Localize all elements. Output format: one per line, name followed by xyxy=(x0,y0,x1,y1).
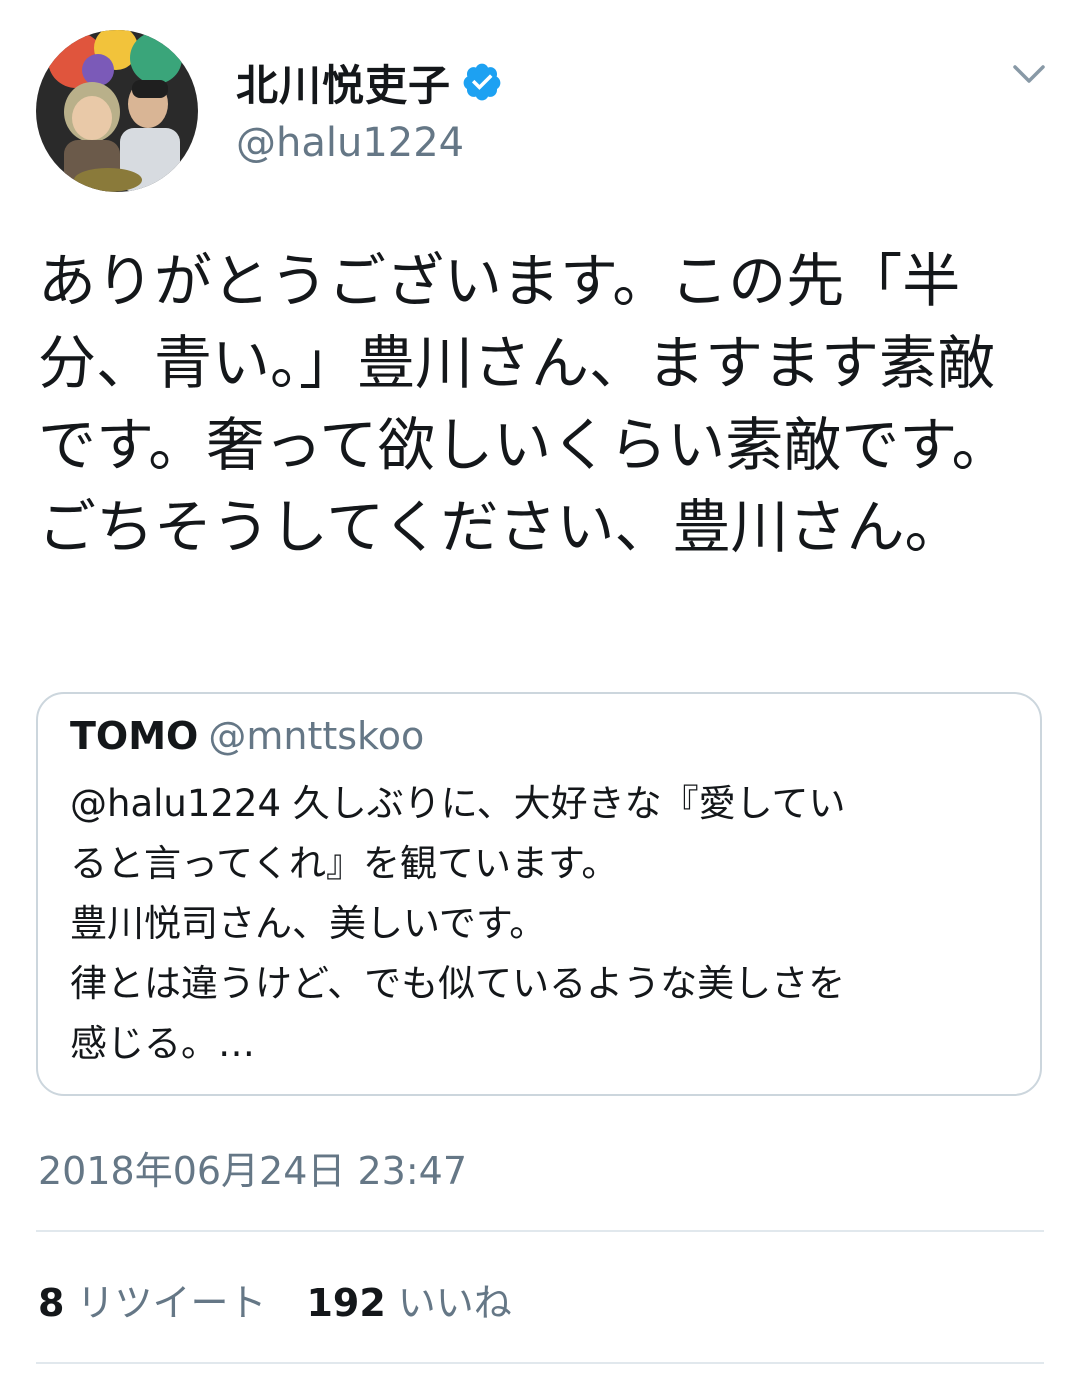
quoted-author-name: TOMO xyxy=(70,714,199,758)
quoted-tweet-card[interactable]: TOMO @mnttskoo @halu1224 久しぶりに、大好きな『愛してい … xyxy=(36,692,1042,1096)
likes-label: いいね xyxy=(397,1281,512,1325)
retweets-stat[interactable]: 8 リツイート xyxy=(38,1281,266,1325)
likes-count: 192 xyxy=(306,1281,386,1325)
display-name[interactable]: 北川悦吏子 xyxy=(236,52,451,113)
divider xyxy=(36,1230,1044,1232)
author-name-row[interactable]: 北川悦吏子 xyxy=(236,54,503,110)
quoted-tweet-header: TOMO @mnttskoo xyxy=(70,714,424,758)
tweet-timestamp[interactable]: 2018年06月24日 23:47 xyxy=(38,1140,467,1195)
avatar[interactable] xyxy=(36,30,198,192)
quoted-author-handle: @mnttskoo xyxy=(208,714,425,758)
divider xyxy=(36,1362,1044,1364)
retweets-count: 8 xyxy=(38,1281,65,1325)
author-handle[interactable]: @halu1224 xyxy=(236,120,464,166)
quoted-tweet-text: @halu1224 久しぶりに、大好きな『愛してい ると言ってくれ』を観ています… xyxy=(70,782,846,1065)
tweet-header: 北川悦吏子 @halu1224 xyxy=(0,0,1080,210)
chevron-down-icon[interactable] xyxy=(1012,62,1046,88)
avatar-photo-icon xyxy=(36,30,198,192)
verified-badge-icon xyxy=(463,63,501,101)
tweet-text: ありがとうございます。この先「半分、青い。」豊川さん、ますます素敵です。奢って欲… xyxy=(38,247,1010,561)
engagement-stats: 8 リツイート 192 いいね xyxy=(38,1272,512,1327)
likes-stat[interactable]: 192 いいね xyxy=(306,1281,511,1325)
retweets-label: リツイート xyxy=(76,1281,267,1325)
